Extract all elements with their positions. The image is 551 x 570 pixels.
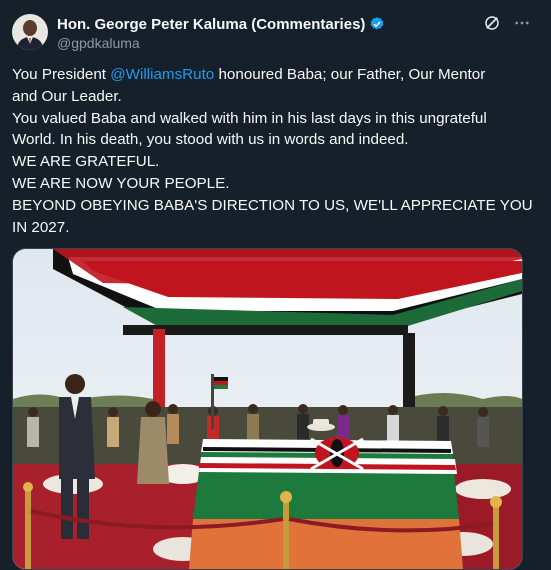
author-display-name[interactable]: Hon. George Peter Kaluma (Commentaries): [57, 16, 365, 33]
tweet-line-1-prefix: You President: [12, 66, 111, 83]
mention-link[interactable]: @WilliamsRuto: [110, 66, 214, 83]
photo-illustration: [13, 249, 522, 569]
tweet-line-8: IN 2027.: [12, 218, 70, 236]
tweet-line-6: WE ARE NOW YOUR PEOPLE.: [12, 174, 230, 192]
tweet[interactable]: Hon. George Peter Kaluma (Commentaries) …: [0, 0, 551, 570]
tent-edge: [123, 325, 408, 335]
tweet-line-5: WE ARE GRATEFUL.: [12, 153, 160, 171]
hat-crown: [313, 419, 329, 427]
tweet-line-7: BEYOND OBEYING BABA'S DIRECTION TO US, W…: [12, 196, 533, 214]
avatar[interactable]: [12, 14, 48, 50]
tweet-line-4: World. In his death, you stood with us i…: [12, 131, 409, 149]
tweet-line-1: You President @WilliamsRuto honoured Bab…: [12, 64, 527, 86]
tweet-top-actions: [483, 14, 531, 32]
tweet-line-2: and Our Leader.: [12, 87, 122, 105]
tweet-text: You President @WilliamsRuto honoured Bab…: [12, 64, 533, 238]
tweet-line-3: You valued Baba and walked with him in h…: [12, 109, 487, 127]
author-name-row: Hon. George Peter Kaluma (Commentaries): [57, 14, 385, 34]
casket-flag: [189, 437, 463, 569]
grok-icon[interactable]: [483, 14, 501, 32]
tweet-media-photo[interactable]: [12, 248, 523, 570]
verified-badge-icon: [369, 16, 385, 32]
author-handle[interactable]: @gpdkaluma: [57, 35, 140, 51]
more-options-icon[interactable]: [513, 14, 531, 32]
tweet-line-1-suffix: honoured Baba; our Father, Our Mentor: [214, 66, 486, 83]
